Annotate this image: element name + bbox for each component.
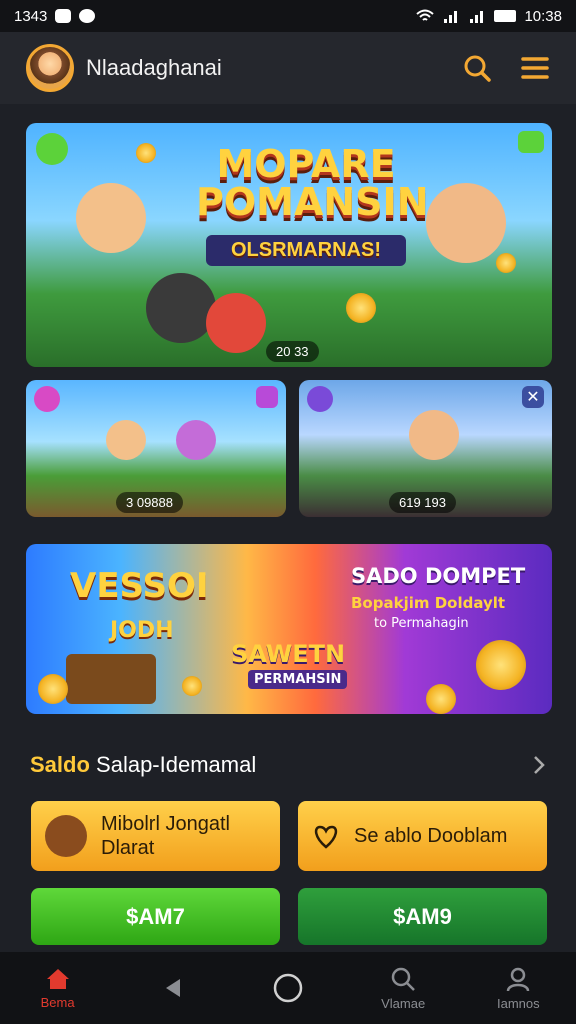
- status-bar: 1343 10:38: [0, 0, 576, 32]
- wallet-icon: [45, 815, 87, 857]
- pay-button-row: $AM7 $AM9: [31, 888, 547, 945]
- pay-button-left[interactable]: $AM7: [31, 888, 280, 945]
- search-icon: [391, 967, 416, 991]
- home-icon: [46, 968, 69, 989]
- promo-right-subtitle: Bopakjim Doldaylt: [351, 594, 506, 612]
- saldo-section-header[interactable]: Saldo Salap-Idemamal: [30, 752, 546, 778]
- promo-center-title: SAWETN: [231, 640, 346, 668]
- nav-profile[interactable]: Iamnos: [473, 966, 563, 1011]
- nav-home[interactable]: Bema: [13, 967, 103, 1010]
- app-header: Nlaadaghanai: [0, 32, 576, 104]
- game-card-left[interactable]: 3 09888: [26, 380, 286, 517]
- pay-button-right[interactable]: $AM9: [298, 888, 547, 945]
- profile-icon: [507, 967, 530, 991]
- hero-counter: 20 33: [266, 341, 319, 362]
- promo-right-title: SADO DOMPET: [351, 564, 526, 588]
- heart-icon: [314, 825, 338, 849]
- nav-search[interactable]: Vlamae: [358, 966, 448, 1011]
- menu-icon[interactable]: [520, 53, 550, 83]
- character-right: [426, 183, 506, 263]
- signal-icon: [470, 11, 484, 23]
- game-card-right[interactable]: ✕ 619 193: [299, 380, 552, 517]
- promo-right-note: to Permahagin: [374, 616, 469, 631]
- wallet-card-row: Mibolrl Jongatl Dlarat Se ablo Dooblam: [31, 801, 547, 871]
- battery-icon: [494, 10, 517, 22]
- character-red: [206, 293, 266, 353]
- notification-icon: [55, 9, 72, 23]
- signal-icon: [444, 11, 458, 23]
- treasure-chest-icon: [66, 654, 156, 704]
- promo-left-subtitle: JODH: [110, 618, 174, 643]
- home-circle-icon: [273, 973, 303, 1003]
- gem-icon: [34, 386, 60, 412]
- chevron-right-icon[interactable]: [532, 755, 546, 775]
- card-counter: 619 193: [389, 492, 456, 513]
- search-icon[interactable]: [462, 53, 492, 83]
- wallet-card-right[interactable]: Se ablo Dooblam: [298, 801, 547, 871]
- card-counter: 3 09888: [116, 492, 183, 513]
- hero-title: MOPARE POMANSIN: [196, 142, 429, 224]
- hero-subtitle: OLSRMARNAS!: [206, 235, 406, 266]
- status-clock: 10:38: [524, 7, 562, 25]
- avatar[interactable]: [26, 44, 74, 92]
- app-title: Nlaadaghanai: [86, 55, 222, 80]
- badge-icon: [36, 133, 68, 165]
- hero-banner[interactable]: MOPARE POMANSIN OLSRMARNAS! 20 33: [26, 123, 552, 367]
- character-warrior: [146, 273, 216, 343]
- back-triangle-icon: [165, 979, 180, 997]
- promo-banner[interactable]: VESSOI JODH SAWETN PERMAHSIN SADO DOMPET…: [26, 544, 552, 714]
- pause-icon[interactable]: [518, 131, 544, 153]
- nav-back[interactable]: [128, 977, 218, 999]
- character-left: [76, 183, 146, 253]
- saldo-label: Saldo Salap-Idemamal: [30, 752, 257, 777]
- wallet-card-left[interactable]: Mibolrl Jongatl Dlarat: [31, 801, 280, 871]
- close-icon[interactable]: ✕: [522, 386, 544, 408]
- wifi-icon: [416, 9, 435, 21]
- app-notification-icon: [79, 9, 96, 23]
- status-time: 1343: [14, 7, 48, 25]
- bottom-nav: Bema Vlamae Iamnos: [0, 952, 576, 1024]
- nav-home-circle[interactable]: [243, 973, 333, 1003]
- pause-icon[interactable]: [256, 386, 278, 408]
- gem-icon: [307, 386, 333, 412]
- promo-center-subtitle: PERMAHSIN: [248, 670, 348, 689]
- promo-left-title: VESSOI: [70, 566, 209, 606]
